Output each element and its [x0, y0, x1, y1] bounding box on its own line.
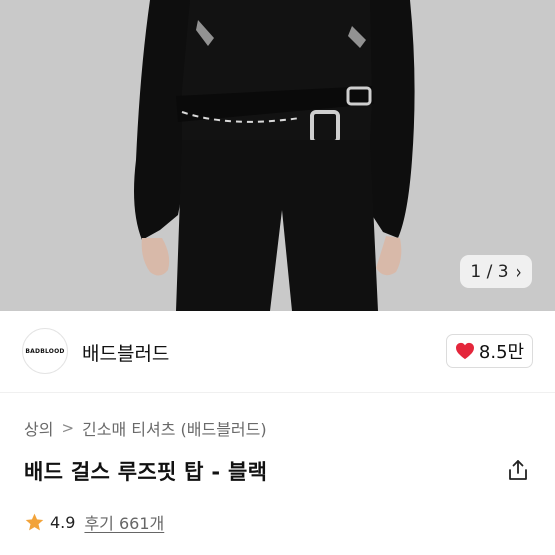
image-counter[interactable]: 1 / 3 › — [460, 255, 532, 288]
product-title: 배드 걸스 루즈핏 탑 - 블랙 — [24, 460, 268, 484]
share-icon[interactable] — [506, 458, 530, 482]
breadcrumb-separator: > — [61, 419, 75, 437]
rating-row: 4.9 후기 661개 — [24, 510, 164, 534]
chevron-right-icon[interactable]: › — [516, 260, 522, 283]
like-button[interactable]: 8.5만 — [446, 334, 533, 368]
image-counter-text: 1 / 3 — [470, 261, 509, 282]
product-image[interactable]: 1 / 3 › — [0, 0, 555, 311]
breadcrumb: 상의 > 긴소매 티셔츠 (배드블러드) — [24, 416, 267, 440]
review-count-link[interactable]: 후기 661개 — [84, 510, 164, 534]
brand-name[interactable]: 배드블러드 — [82, 339, 169, 366]
breadcrumb-item-category[interactable]: 상의 — [24, 416, 53, 440]
heart-icon — [455, 342, 474, 360]
rating-score: 4.9 — [50, 512, 76, 532]
brand-row: BADBLOOD 배드블러드 8.5만 — [0, 311, 555, 393]
brand-logo-text: BADBLOOD — [25, 347, 65, 355]
brand-logo[interactable]: BADBLOOD — [22, 328, 68, 374]
like-count: 8.5만 — [478, 342, 525, 363]
breadcrumb-item-subcategory[interactable]: 긴소매 티셔츠 (배드블러드) — [82, 416, 267, 440]
star-icon — [25, 513, 44, 530]
